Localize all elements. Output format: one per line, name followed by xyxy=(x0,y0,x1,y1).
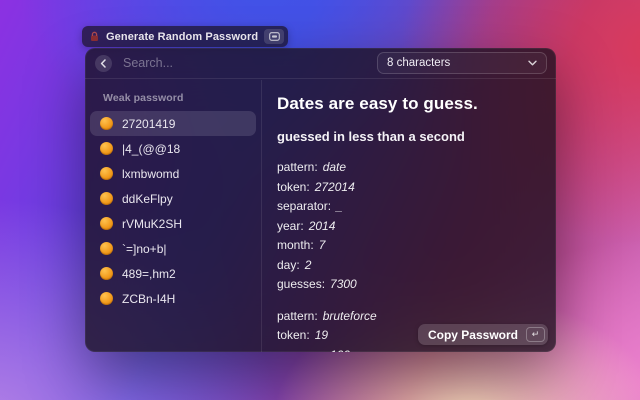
back-button[interactable] xyxy=(95,55,112,72)
password-list: Weak password 27201419 |4_(@@18 lxmbwomd… xyxy=(85,80,262,352)
detail-row: month: 7 xyxy=(277,236,542,256)
detail-row: token: 272014 xyxy=(277,178,542,198)
dropdown-selected-value: 8 characters xyxy=(387,57,528,69)
weak-strength-icon xyxy=(100,217,113,230)
detail-title: Dates are easy to guess. xyxy=(277,94,542,114)
password-list-item[interactable]: lxmbwomd xyxy=(90,161,256,186)
weak-strength-icon xyxy=(100,192,113,205)
password-text: |4_(@@18 xyxy=(122,142,180,156)
weak-strength-icon xyxy=(100,242,113,255)
password-text: `=]no+b| xyxy=(122,242,166,256)
copy-password-label: Copy Password xyxy=(428,328,518,342)
chevron-left-icon xyxy=(100,59,107,68)
password-text: rVMuK2SH xyxy=(122,217,182,231)
launcher-badge-title: Generate Random Password xyxy=(106,31,258,43)
detail-subtitle: guessed in less than a second xyxy=(277,129,542,144)
enter-key-icon: ↵ xyxy=(526,327,545,342)
weak-strength-icon xyxy=(100,167,113,180)
detail-row: guesses: 7300 xyxy=(277,275,542,295)
keypad-icon xyxy=(264,29,284,44)
detail-row: pattern: date xyxy=(277,158,542,178)
password-list-item[interactable]: 27201419 xyxy=(90,111,256,136)
password-list-item[interactable]: |4_(@@18 xyxy=(90,136,256,161)
password-text: 489=,hm2 xyxy=(122,267,176,281)
top-bar: 8 characters xyxy=(85,48,556,79)
password-list-item[interactable]: ZCBn-I4H xyxy=(90,286,256,311)
section-label: Weak password xyxy=(90,88,256,111)
password-list-item[interactable]: rVMuK2SH xyxy=(90,211,256,236)
match-section-date: pattern: date token: 272014 separator: _… xyxy=(277,158,542,295)
password-text: lxmbwomd xyxy=(122,167,179,181)
copy-password-button[interactable]: Copy Password ↵ xyxy=(418,324,548,345)
password-text: ZCBn-I4H xyxy=(122,292,175,306)
lock-app-icon xyxy=(89,31,100,42)
detail-row: year: 2014 xyxy=(277,217,542,237)
detail-row: day: 2 xyxy=(277,256,542,276)
password-text: ddKeFlpy xyxy=(122,192,173,206)
weak-strength-icon xyxy=(100,292,113,305)
launcher-badge[interactable]: Generate Random Password xyxy=(82,26,288,47)
raycast-window: 8 characters Weak password 27201419 |4_(… xyxy=(85,48,556,352)
password-list-item[interactable]: 489=,hm2 xyxy=(90,261,256,286)
weak-strength-icon xyxy=(100,142,113,155)
password-text: 27201419 xyxy=(122,117,175,131)
password-list-item[interactable]: `=]no+b| xyxy=(90,236,256,261)
detail-row: separator: _ xyxy=(277,197,542,217)
character-count-dropdown[interactable]: 8 characters xyxy=(377,52,547,74)
weak-strength-icon xyxy=(100,117,113,130)
detail-row: guesses: 100 xyxy=(277,346,542,353)
weak-strength-icon xyxy=(100,267,113,280)
search-input[interactable] xyxy=(123,56,377,70)
detail-pane: Dates are easy to guess. guessed in less… xyxy=(263,80,556,352)
password-list-item[interactable]: ddKeFlpy xyxy=(90,186,256,211)
chevron-down-icon xyxy=(528,60,537,66)
